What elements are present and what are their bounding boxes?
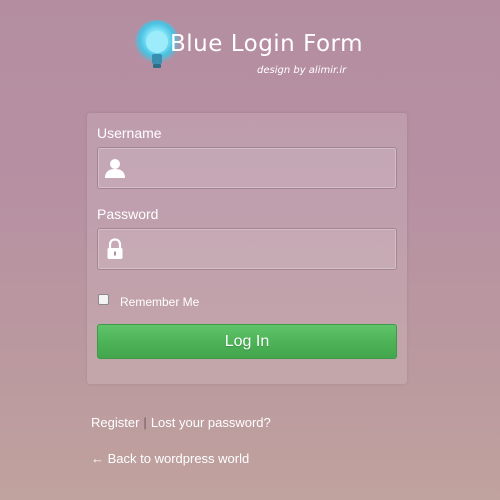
password-field[interactable] <box>97 228 397 270</box>
username-label: Username <box>97 125 162 141</box>
remember-me-label[interactable]: Remember Me <box>120 295 199 309</box>
logo-subtitle: design by alimir.ir <box>257 65 347 76</box>
login-button[interactable]: Log In <box>97 324 397 359</box>
user-icon <box>105 159 125 178</box>
link-separator: | <box>143 415 147 430</box>
auth-links: Register | Lost your password? <box>91 415 271 430</box>
remember-me-checkbox[interactable] <box>98 294 109 305</box>
lost-password-link[interactable]: Lost your password? <box>151 415 271 430</box>
site-logo[interactable]: Blue Login Form design by alimir.ir <box>133 14 363 84</box>
password-input[interactable] <box>134 235 394 265</box>
lock-icon <box>107 238 123 259</box>
back-to-site-link[interactable]: ← Back to wordpress world <box>91 451 249 466</box>
password-label: Password <box>97 206 159 222</box>
username-input[interactable] <box>134 154 394 184</box>
username-field[interactable] <box>97 147 397 189</box>
register-link[interactable]: Register <box>91 415 139 430</box>
logo-title: Blue Login Form <box>170 31 364 57</box>
login-form: Username Password Remember Me Log In <box>87 113 407 384</box>
